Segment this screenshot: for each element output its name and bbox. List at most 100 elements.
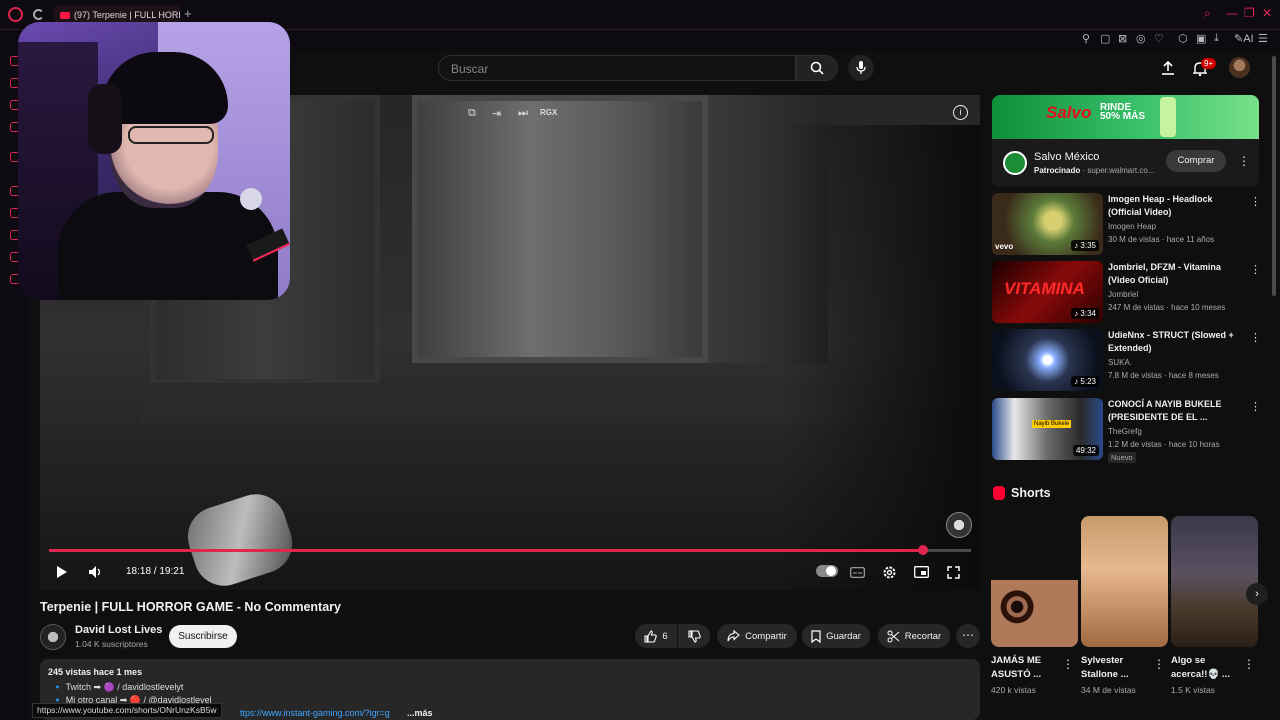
overlay-enter-icon[interactable]: ⇥ <box>492 107 501 120</box>
channel-name[interactable]: Imogen Heap <box>1108 222 1156 231</box>
vevo-label: vevo <box>995 242 1014 251</box>
clip-label: Recortar <box>904 630 942 642</box>
account-avatar[interactable] <box>1229 57 1250 78</box>
video-menu-icon[interactable]: ⋮ <box>1250 195 1261 208</box>
webcam-headset <box>88 84 122 154</box>
video-menu-icon[interactable]: ⋮ <box>1250 331 1261 344</box>
heart-icon[interactable]: ♡ <box>1154 32 1164 45</box>
ad-sponsored-label: Patrocinado <box>1034 166 1081 175</box>
snapshot-icon[interactable]: ▢ <box>1100 32 1110 45</box>
volume-icon <box>89 566 101 578</box>
subtitles-button[interactable] <box>848 562 866 582</box>
shorts-next-button[interactable]: › <box>1246 583 1268 605</box>
voice-search-button[interactable] <box>848 55 874 81</box>
wallet-icon[interactable]: ▣ <box>1196 32 1206 45</box>
mute-button[interactable] <box>86 562 106 582</box>
video-thumbnail[interactable]: Nayib Bukele 49:32 <box>992 398 1103 460</box>
new-tab-button[interactable]: + <box>184 6 192 21</box>
recommended-video[interactable]: vevo ♪ 3:35 Imogen Heap - Headlock (Offi… <box>992 193 1261 255</box>
ad-buy-button[interactable]: Comprar <box>1166 150 1226 172</box>
opera-logo-icon[interactable] <box>8 7 23 22</box>
progress-scrubber[interactable] <box>918 545 929 555</box>
subscribe-button[interactable]: Suscribirse <box>169 625 237 648</box>
theater-icon <box>913 566 929 578</box>
video-duration: 49:32 <box>1072 445 1099 456</box>
short-title[interactable]: JAMÁS ME ASUSTÓ ... <box>991 654 1061 682</box>
youtube-favicon-icon <box>60 11 70 19</box>
short-menu-icon[interactable]: ⋮ <box>1153 658 1165 670</box>
search-button[interactable] <box>796 55 838 81</box>
short-title[interactable]: Sylvester Stallone ... <box>1081 654 1151 682</box>
video-title[interactable]: Jombriel, DFZM - Vitamina (Video Oficial… <box>1108 261 1248 287</box>
video-menu-icon[interactable]: ⋮ <box>1250 400 1261 413</box>
maximize-icon[interactable]: ❐ <box>1244 6 1255 20</box>
like-button[interactable]: 6 <box>635 624 677 648</box>
short-thumbnail[interactable] <box>1171 516 1258 647</box>
page-scrollbar[interactable] <box>1272 56 1276 296</box>
channel-name[interactable]: David Lost Lives <box>75 624 162 636</box>
recommended-video[interactable]: ♪ 5:23 UdieNnx - STRUCT (Slowed + Extend… <box>992 329 1261 391</box>
overlay-copy-icon[interactable]: ⧉ <box>468 107 476 120</box>
search-input[interactable]: Buscar <box>438 55 796 81</box>
description-line: 🔹 Twitch ➡ 🟣 / davidlostlevelyt <box>52 682 184 692</box>
channel-name[interactable]: Jombriel <box>1108 290 1138 299</box>
video-title[interactable]: Imogen Heap - Headlock (Official Video) <box>1108 193 1248 219</box>
progress-bar[interactable] <box>49 545 971 555</box>
short-menu-icon[interactable]: ⋮ <box>1243 658 1255 670</box>
video-thumbnail[interactable]: ♪ 5:23 <box>992 329 1103 391</box>
info-icon[interactable]: i <box>953 105 968 120</box>
autoplay-toggle[interactable] <box>816 565 838 577</box>
sponsored-ad-card[interactable]: Salvo RINDE 50% MÁS Salvo México Patrocin… <box>992 95 1259 187</box>
recommended-video[interactable]: VITAMINA ♪ 3:34 Jombriel, DFZM - Vitamin… <box>992 261 1261 323</box>
extensions-icon[interactable]: ⬡ <box>1178 32 1188 45</box>
clip-button[interactable]: Recortar <box>878 624 950 648</box>
scissors-icon <box>887 630 900 642</box>
overlay-rgx-label[interactable]: RGX <box>540 108 557 117</box>
short-thumbnail[interactable] <box>991 516 1078 647</box>
link-status-bar: https://www.youtube.com/shorts/ONrUnzKsB… <box>32 703 222 718</box>
ad-banner[interactable]: Salvo RINDE 50% MÁS <box>992 95 1259 139</box>
thumbs-down-icon <box>687 629 701 643</box>
ad-menu-icon[interactable]: ⋮ <box>1238 155 1250 167</box>
dislike-button[interactable] <box>678 624 710 648</box>
microphone-icon <box>856 61 866 74</box>
channel-watermark[interactable] <box>946 512 972 538</box>
video-title[interactable]: UdieNnx - STRUCT (Slowed + Extended) <box>1108 329 1248 355</box>
channel-name[interactable]: TheGrefg <box>1108 427 1142 436</box>
fullscreen-button[interactable] <box>944 562 962 582</box>
block-icon[interactable]: ⊠ <box>1118 32 1127 45</box>
short-title[interactable]: Algo se acerca!!💀 ... <box>1171 654 1241 682</box>
overlay-skip-icon[interactable]: ⏭ <box>518 107 528 120</box>
play-button[interactable] <box>54 562 70 582</box>
more-actions-button[interactable]: ⋯ <box>956 624 980 648</box>
short-thumbnail[interactable] <box>1081 516 1168 647</box>
menu-icon[interactable]: ☰ <box>1258 32 1268 45</box>
settings-button[interactable] <box>880 562 898 582</box>
pin-icon[interactable]: ⚲ <box>1082 32 1090 45</box>
short-menu-icon[interactable]: ⋮ <box>1062 658 1074 670</box>
save-button[interactable]: Guardar <box>802 624 870 648</box>
video-thumbnail[interactable]: VITAMINA ♪ 3:34 <box>992 261 1103 323</box>
fullscreen-icon <box>946 565 960 579</box>
show-more-button[interactable]: ...más <box>407 708 433 718</box>
video-title: Terpenie | FULL HORROR GAME - No Comment… <box>40 600 341 614</box>
share-button[interactable]: Compartir <box>717 624 797 648</box>
channel-avatar[interactable] <box>40 624 66 650</box>
miniplayer-button[interactable] <box>912 562 930 582</box>
video-menu-icon[interactable]: ⋮ <box>1250 263 1261 276</box>
description-link[interactable]: ttps://www.instant-gaming.com/?igr=g <box>240 708 390 718</box>
close-window-icon[interactable]: ✕ <box>1262 6 1272 20</box>
download-icon[interactable]: ⤓ <box>1214 32 1219 45</box>
tab-title: (97) Terpenie | FULL HORR <box>74 10 180 20</box>
video-title[interactable]: CONOCÍ A NAYIB BUKELE (PRESIDENTE DE EL … <box>1108 398 1248 424</box>
create-upload-button[interactable] <box>1159 59 1177 77</box>
ad-advertiser-logo <box>1003 151 1027 175</box>
recommended-video[interactable]: Nayib Bukele 49:32 CONOCÍ A NAYIB BUKELE… <box>992 398 1261 463</box>
channel-name[interactable]: SUKA. <box>1108 358 1132 367</box>
video-thumbnail[interactable]: vevo ♪ 3:35 <box>992 193 1103 255</box>
aria-ai-icon[interactable]: ✎AI <box>1234 32 1254 45</box>
minimize-icon[interactable]: — <box>1226 6 1238 20</box>
ad-tagline: RINDE 50% MÁS <box>1100 103 1145 122</box>
search-tabs-icon[interactable]: ⌕ <box>1204 6 1211 21</box>
vpn-icon[interactable]: ◎ <box>1136 32 1146 45</box>
